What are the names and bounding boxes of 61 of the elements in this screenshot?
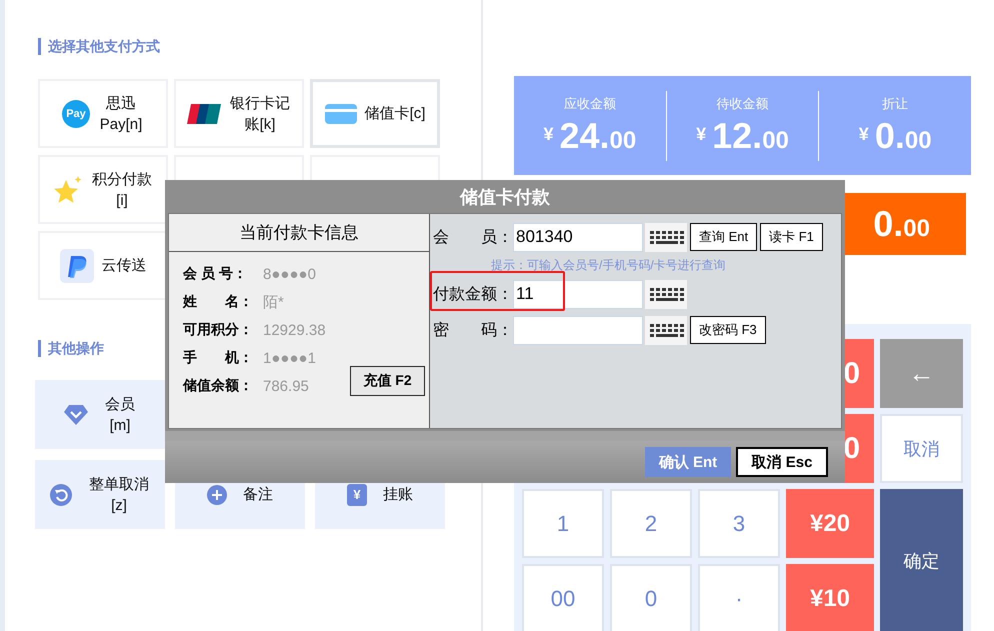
tile-label: 会员[m] — [104, 394, 136, 436]
bank-card-logo-icon — [187, 102, 221, 124]
field-label: 储值余额： — [183, 377, 254, 395]
amount-label: 折让 — [882, 94, 908, 112]
input-field[interactable]: 11 — [513, 280, 643, 308]
star-icon — [53, 174, 83, 204]
payment-method-button[interactable]: 储值卡[c] — [310, 79, 440, 148]
undo-icon — [50, 484, 72, 506]
card-icon — [324, 104, 357, 124]
payment-method-button[interactable]: 积分付款[i] — [38, 155, 168, 224]
keypad-key[interactable]: 确定 — [880, 489, 963, 631]
tile-label: 积分付款[i] — [91, 170, 153, 210]
tile-label: 云传送 — [102, 256, 146, 276]
input-field[interactable] — [513, 316, 643, 344]
field-value: 陌* — [263, 292, 284, 312]
keyboard-button[interactable] — [645, 316, 687, 344]
field-value: 12929.38 — [263, 322, 326, 338]
recharge-button[interactable]: 充值 F2 — [350, 366, 425, 396]
field-label: 密 码： — [433, 320, 513, 340]
panel-title: 当前付款卡信息 — [169, 214, 429, 252]
field-label: 手 机： — [183, 349, 254, 367]
tile-label: 银行卡记账[k] — [229, 94, 291, 134]
input-field[interactable]: 801340 — [513, 222, 643, 252]
field-value: 1●●●●1 — [263, 350, 316, 366]
field-label: 可用积分： — [183, 321, 254, 339]
dialog-title: 储值卡付款 — [458, 186, 551, 209]
amount-label: 待收金额 — [716, 94, 768, 112]
tile-label: 整单取消[z] — [88, 474, 150, 516]
action-button[interactable]: 改密码 F3 — [690, 316, 766, 344]
tile-label: 思迅Pay[n] — [98, 94, 144, 134]
field-label: 付款金额： — [433, 284, 513, 304]
action-button[interactable]: 会员[m] — [35, 380, 165, 449]
amount-value: $^{¥}$ 0.00 — [858, 114, 932, 156]
tile-label: 挂账 — [383, 485, 413, 505]
action-button[interactable]: 读卡 F1 — [760, 223, 823, 251]
amount-value: $^{¥}$ 12.00 — [696, 114, 789, 156]
diamond-icon — [64, 404, 88, 426]
yen-icon: ¥ — [347, 484, 367, 506]
hint-text: 提示：可输入会员号/手机号码/卡号进行查询 — [491, 257, 727, 271]
tile-label: 储值卡[c] — [364, 104, 426, 124]
pay-logo-icon: Pay — [62, 100, 90, 128]
field-label: 会 员： — [433, 228, 513, 248]
plus-icon — [207, 484, 227, 504]
action-button[interactable]: 查询 Ent — [690, 223, 758, 251]
field-value: 8●●●●0 — [263, 266, 316, 282]
cancel-button[interactable]: 取消 Esc — [736, 447, 828, 477]
section-title: 其他操作 — [38, 340, 104, 357]
field-label: 姓 名： — [183, 293, 254, 311]
payment-method-button[interactable]: 银行卡记账[k] — [174, 79, 304, 148]
field-label: 会 员 号： — [183, 265, 248, 283]
keyboard-button[interactable] — [645, 280, 687, 308]
p-logo-icon — [60, 248, 94, 282]
payment-method-button[interactable]: 云传送 — [38, 231, 168, 300]
amount-label: 应收金额 — [564, 94, 616, 112]
action-button[interactable]: 整单取消[z] — [35, 460, 165, 529]
change-amount: 0.00 — [873, 203, 930, 245]
keyboard-button[interactable] — [645, 222, 687, 252]
amount-value: $^{¥}$ 24.00 — [543, 114, 636, 156]
tile-label: 备注 — [243, 485, 273, 505]
field-value: 786.95 — [263, 378, 309, 394]
section-title: 选择其他支付方式 — [38, 38, 160, 55]
